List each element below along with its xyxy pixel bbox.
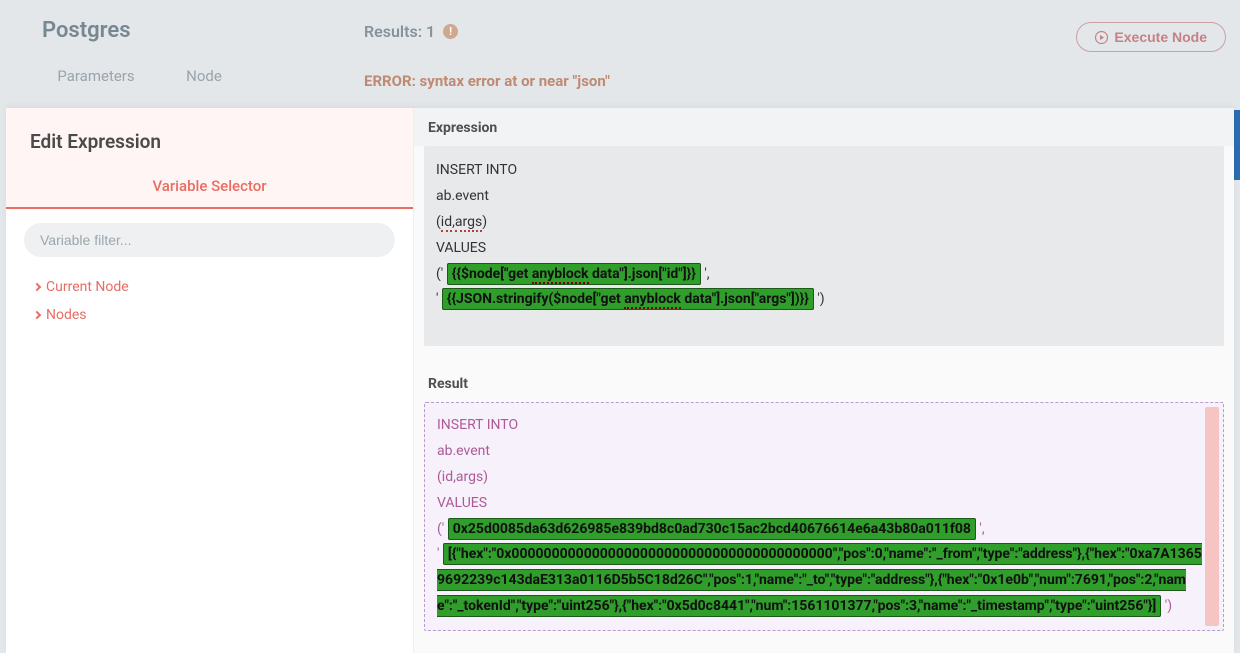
variable-filter-input[interactable]	[24, 223, 395, 257]
expr-line: VALUES	[436, 236, 1212, 262]
modal-right-panel: Expression INSERT INTO ab.event (id,args…	[414, 108, 1234, 653]
node-tabs: Parameters Node	[42, 67, 1198, 85]
tree-item-label: Nodes	[46, 307, 87, 323]
tree-item-label: Current Node	[46, 279, 129, 295]
chevron-right-icon	[33, 283, 41, 291]
result-line: (' 0x25d0085da63d626985e839bd8c0ad730c15…	[437, 517, 1203, 543]
expr-args: args	[455, 214, 482, 232]
result-token: [{"hex":"0x00000000000000000000000000000…	[437, 543, 1202, 617]
edit-expression-modal: Edit Expression Variable Selector Curren…	[6, 108, 1234, 653]
execute-node-button[interactable]: Execute Node	[1076, 22, 1226, 52]
expr-line: INSERT INTO	[436, 158, 1212, 184]
expr-id: id	[441, 214, 452, 232]
result-line: ' [{"hex":"0x000000000000000000000000000…	[437, 542, 1203, 620]
modal-left-panel: Edit Expression Variable Selector Curren…	[6, 108, 414, 653]
result-line: VALUES	[437, 491, 1203, 517]
tab-node[interactable]: Node	[150, 67, 258, 85]
result-output: INSERT INTO ab.event (id,args) VALUES ('…	[424, 402, 1224, 631]
results-count-text: Results: 1	[364, 22, 435, 41]
variable-tree: Current Node Nodes	[6, 271, 413, 329]
results-count: Results: 1 !	[364, 22, 458, 41]
result-line: INSERT INTO	[437, 413, 1203, 439]
tab-parameters[interactable]: Parameters	[42, 67, 150, 85]
modal-title: Edit Expression	[6, 108, 413, 167]
expr-line: (id,args)	[436, 210, 1212, 236]
result-line: ab.event	[437, 439, 1203, 465]
tree-item-current-node[interactable]: Current Node	[34, 273, 413, 301]
expression-heading: Expression	[414, 108, 1234, 146]
header-actions: Execute Node	[1076, 22, 1226, 52]
result-line: (id,args)	[437, 465, 1203, 491]
expr-line: ab.event	[436, 184, 1212, 210]
expr-token: {{JSON.stringify($node["get anyblock dat…	[442, 288, 814, 310]
warning-icon: !	[443, 24, 458, 39]
right-accent-strip	[1233, 110, 1240, 180]
node-title: Postgres	[42, 18, 1198, 43]
scrollbar[interactable]	[1205, 407, 1219, 626]
node-header: Postgres Parameters Node	[0, 0, 1240, 108]
result-heading: Result	[414, 356, 1234, 402]
play-circle-icon	[1095, 31, 1108, 44]
error-message: ERROR: syntax error at or near "json"	[364, 72, 610, 90]
chevron-right-icon	[33, 311, 41, 319]
tab-variable-selector[interactable]: Variable Selector	[6, 167, 413, 209]
execute-node-label: Execute Node	[1114, 29, 1207, 45]
expr-line: (' {{$node["get anyblock data"].json["id…	[436, 262, 1212, 288]
result-token: 0x25d0085da63d626985e839bd8c0ad730c15ac2…	[448, 518, 976, 540]
expression-editor[interactable]: INSERT INTO ab.event (id,args) VALUES ('…	[424, 146, 1224, 346]
filter-wrap	[6, 209, 413, 271]
expr-line: ' {{JSON.stringify($node["get anyblock d…	[436, 287, 1212, 313]
tree-item-nodes[interactable]: Nodes	[34, 301, 413, 329]
expr-token: {{$node["get anyblock data"].json["id"]}…	[447, 263, 701, 285]
